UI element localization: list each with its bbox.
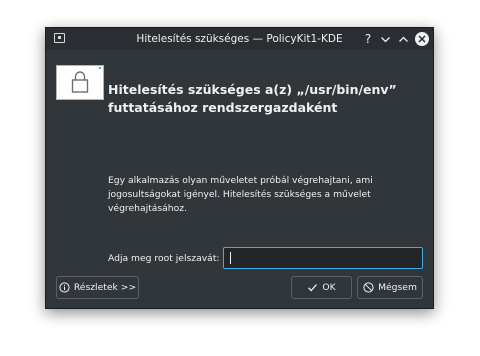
ok-button-label: OK bbox=[322, 282, 336, 293]
close-icon bbox=[415, 32, 429, 46]
details-button[interactable]: Részletek >> bbox=[56, 276, 139, 299]
cancel-icon bbox=[363, 282, 374, 293]
cancel-button[interactable]: Mégsem bbox=[357, 276, 423, 299]
dialog-description: Egy alkalmazás olyan műveletet próbál vé… bbox=[108, 175, 373, 214]
minimize-button[interactable] bbox=[377, 31, 393, 47]
ok-button[interactable]: OK bbox=[291, 276, 352, 299]
cancel-button-label: Mégsem bbox=[378, 282, 417, 293]
chevron-down-icon bbox=[380, 36, 390, 42]
title-bar[interactable]: Hitelesítés szükséges — PolicyKit1-KDE ? bbox=[46, 28, 433, 50]
lock-icon bbox=[56, 65, 104, 100]
help-button[interactable]: ? bbox=[360, 31, 376, 47]
maximize-button[interactable] bbox=[395, 31, 411, 47]
auth-dialog: Hitelesítés szükséges — PolicyKit1-KDE ? bbox=[45, 27, 434, 309]
password-label: Adja meg root jelszavát: bbox=[108, 253, 220, 264]
password-field[interactable] bbox=[223, 247, 423, 269]
info-icon bbox=[59, 282, 70, 293]
chevron-up-icon bbox=[398, 36, 408, 42]
checkmark-icon bbox=[308, 284, 318, 292]
text-caret bbox=[230, 252, 231, 264]
close-button[interactable] bbox=[414, 31, 430, 47]
details-button-label: Részletek >> bbox=[73, 282, 137, 293]
dialog-heading: Hitelesítés szükséges a(z) „/usr/bin/env… bbox=[108, 82, 397, 115]
